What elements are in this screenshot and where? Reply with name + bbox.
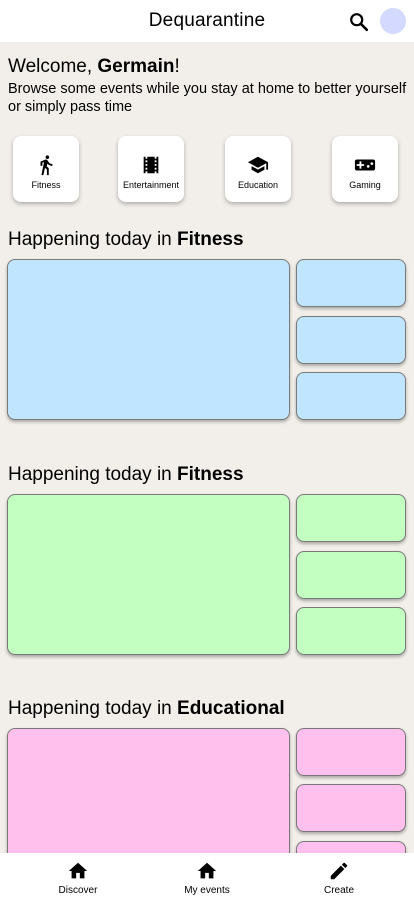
nav-discover[interactable]: Discover — [33, 860, 123, 896]
featured-event-card[interactable] — [7, 494, 290, 655]
section-title: Happening today in Fitness — [8, 228, 244, 252]
section-title-category: Fitness — [177, 229, 244, 250]
category-education[interactable]: Education — [225, 136, 291, 202]
avatar[interactable] — [380, 8, 406, 34]
home-icon — [68, 862, 88, 879]
top-app-bar: Dequarantine — [0, 0, 414, 42]
event-card[interactable] — [296, 494, 406, 542]
event-card[interactable] — [296, 316, 406, 364]
section-title-category: Educational — [177, 698, 285, 719]
nav-label: My events — [184, 885, 230, 896]
section-title-prefix: Happening today in — [8, 698, 178, 719]
section-title: Happening today in Fitness — [8, 463, 244, 487]
welcome-subtitle: Browse some events while you stay at hom… — [8, 81, 407, 115]
bottom-navigation: Discover My events Create — [0, 853, 414, 920]
event-card[interactable] — [296, 372, 406, 420]
film-icon — [143, 156, 159, 174]
section-title-prefix: Happening today in — [8, 229, 178, 250]
welcome-greeting: Welcome, — [8, 56, 98, 77]
category-label: Entertainment — [122, 180, 180, 190]
category-fitness[interactable]: Fitness — [13, 136, 79, 202]
event-card[interactable] — [296, 728, 406, 776]
section-title: Happening today in Educational — [8, 697, 285, 721]
running-icon — [40, 155, 53, 176]
graduation-cap-icon — [247, 156, 269, 174]
event-card[interactable] — [296, 551, 406, 599]
section-title-category: Fitness — [177, 464, 244, 485]
event-card[interactable] — [296, 607, 406, 655]
section-title-prefix: Happening today in — [8, 464, 178, 485]
nav-label: Create — [323, 885, 354, 896]
category-label: Fitness — [31, 180, 61, 190]
event-card[interactable] — [296, 259, 406, 307]
nav-create[interactable]: Create — [294, 860, 384, 896]
user-name: Germain — [97, 56, 175, 77]
welcome-block: Welcome, Germain! Browse some events whi… — [8, 55, 408, 116]
category-gaming[interactable]: Gaming — [332, 136, 398, 202]
welcome-exclamation: ! — [174, 56, 180, 77]
nav-my-events[interactable]: My events — [162, 860, 252, 896]
app-title: Dequarantine — [148, 10, 266, 31]
welcome-title: Welcome, Germain! — [8, 55, 408, 79]
search-icon[interactable] — [348, 11, 370, 33]
event-card[interactable] — [296, 784, 406, 832]
gamepad-icon — [354, 159, 376, 171]
home-icon — [197, 862, 217, 879]
nav-label: Discover — [58, 885, 98, 896]
category-row: Fitness Entertainment Education Gaming — [0, 136, 414, 204]
featured-event-card[interactable] — [7, 259, 290, 420]
category-label: Gaming — [349, 180, 381, 190]
pencil-icon — [330, 862, 348, 880]
category-entertainment[interactable]: Entertainment — [118, 136, 184, 202]
category-label: Education — [237, 180, 279, 190]
